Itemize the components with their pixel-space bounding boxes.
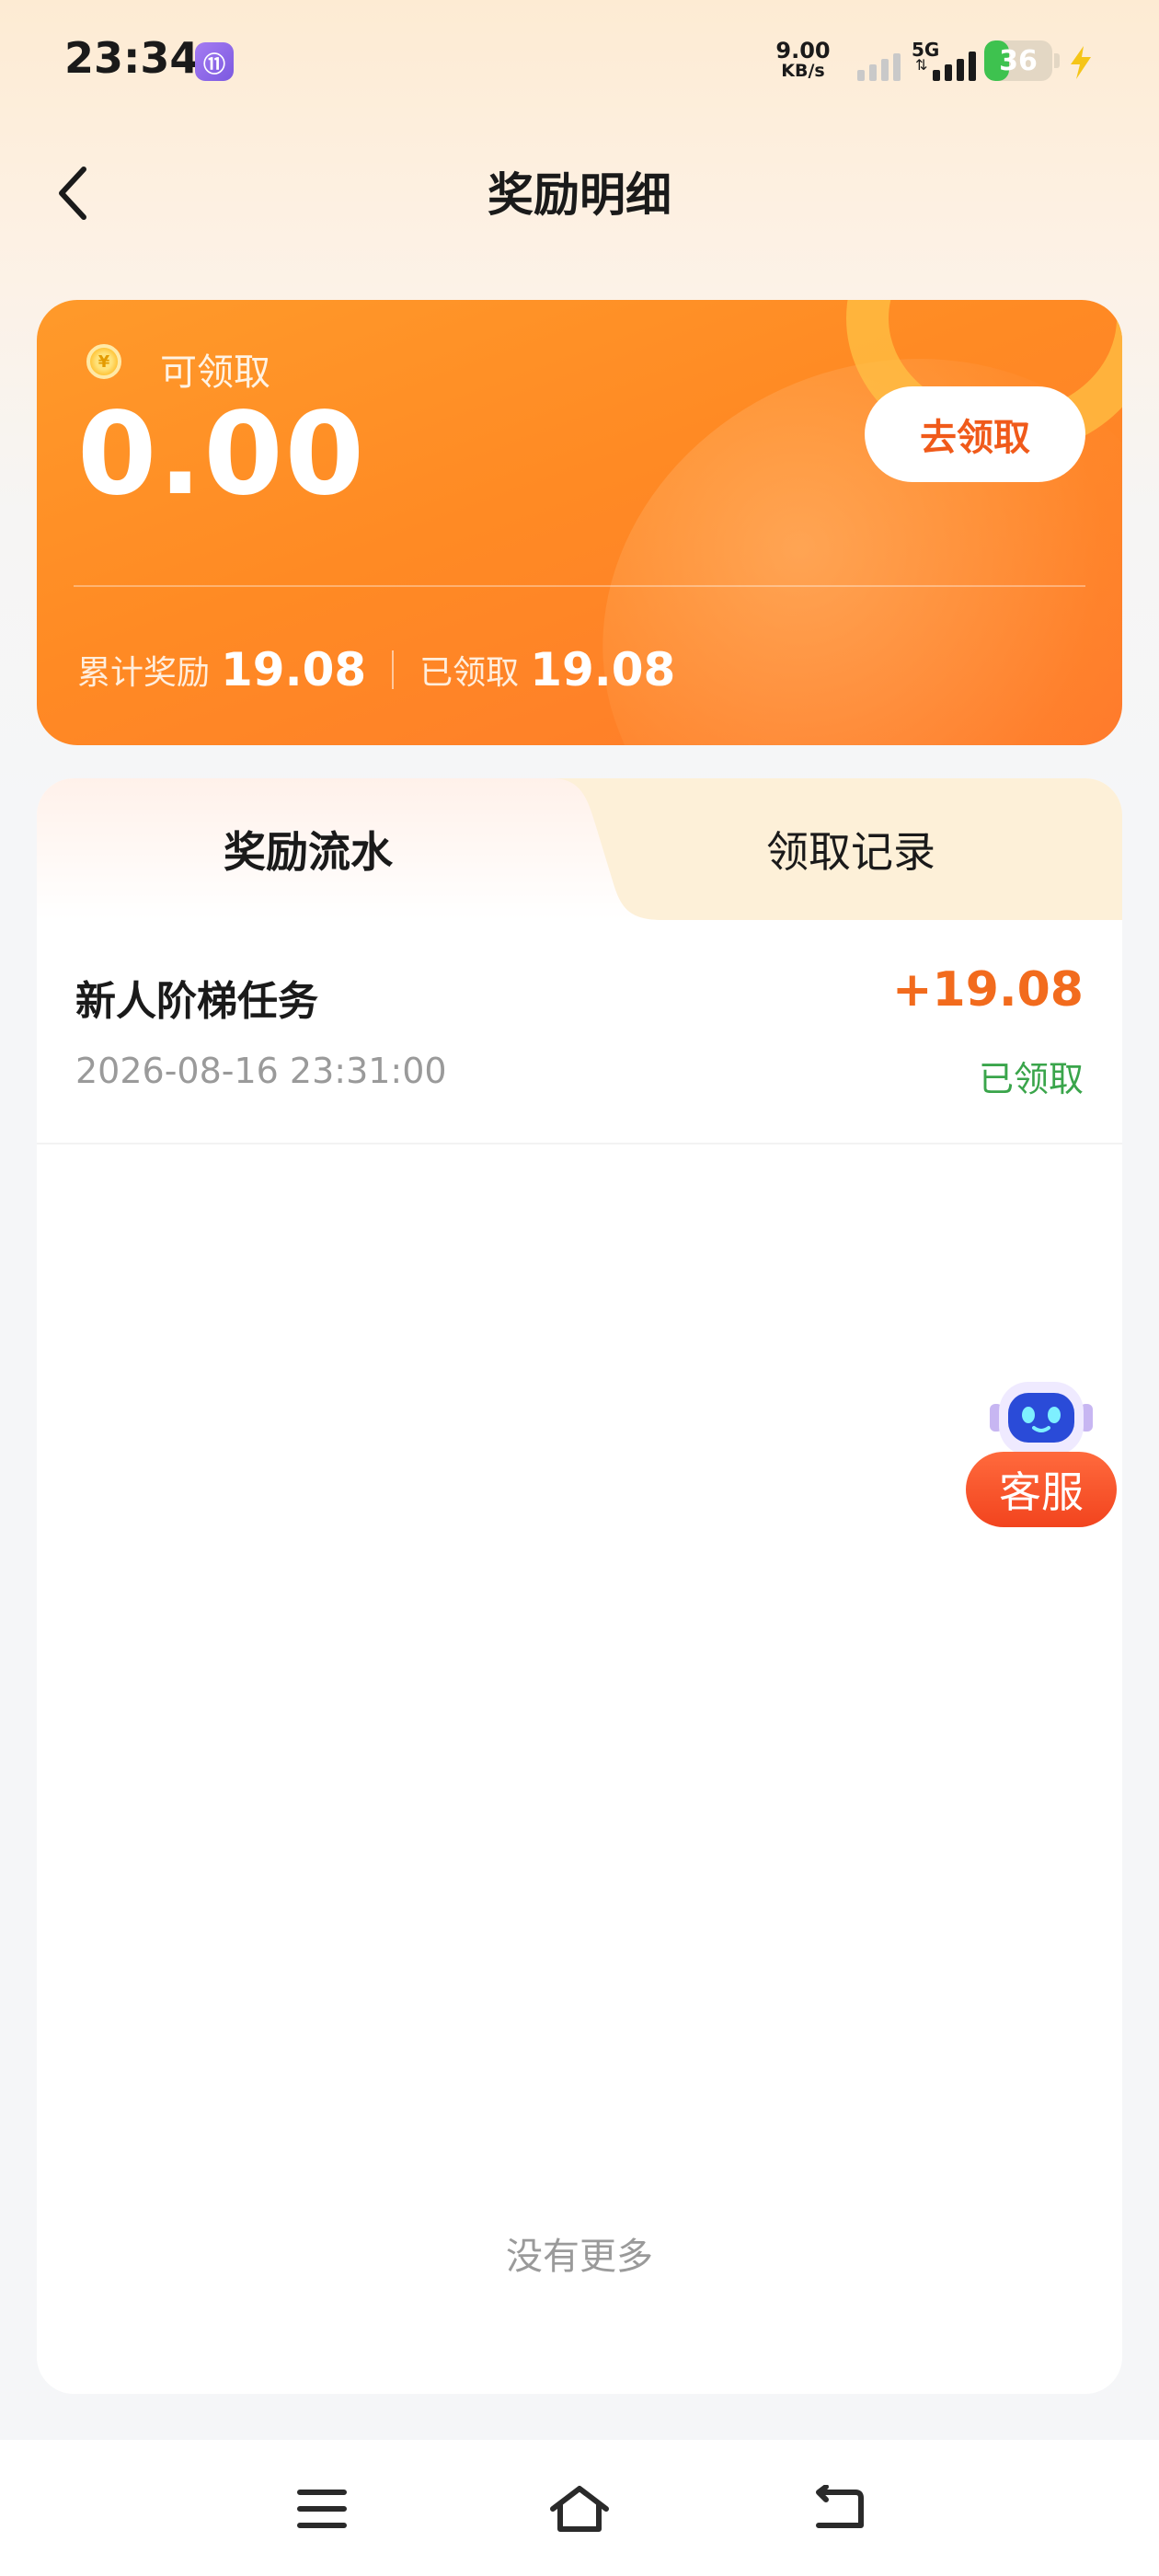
status-bar: 23:34 ⑪ 9.00 KB/s 5G ⇅ 36 [0,0,1159,129]
list-end-text: 没有更多 [506,2236,653,2278]
network-speed-value: 9.00 [775,38,831,63]
customer-service-button[interactable]: 客服 [966,1365,1117,1531]
record-title: 新人阶梯任务 [75,978,318,1025]
claim-button[interactable]: 去领取 [865,386,1085,482]
wifi-signal-icon [857,46,901,81]
data-arrows-icon: ⇅ [915,56,928,74]
charging-bolt-icon [1071,46,1091,79]
total-reward-label: 累计奖励 [77,654,211,692]
reward-summary: 累计奖励 19.08 已领取 19.08 [77,642,675,697]
reward-detail-page: 23:34 ⑪ 9.00 KB/s 5G ⇅ 36 奖励明细 ¥ 可领取 0.0… [0,0,1159,2576]
battery-icon: 36 [984,40,1052,81]
network-speed-unit: KB/s [781,61,825,81]
home-icon [550,2486,609,2532]
return-icon [816,2485,864,2528]
claimable-amount: 0.00 [77,388,366,521]
tab-reward-flow[interactable]: 奖励流水 [37,778,580,920]
claimed-label: 已领取 [419,654,520,692]
app-notification-icon: ⑪ [195,42,234,81]
home-button[interactable] [543,2477,616,2541]
menu-icon [297,2490,347,2528]
robot-icon [990,1382,1093,1465]
tab-claim-records[interactable]: 领取记录 [580,778,1122,920]
tab-bar: 奖励流水 领取记录 [37,778,1122,920]
record-amount: +19.08 [891,962,1084,1018]
records-card: 奖励流水 领取记录 新人阶梯任务 2026-08-16 23:31:00 +19… [37,778,1122,2394]
return-button[interactable] [802,2477,876,2541]
customer-service-label: 客服 [966,1452,1117,1527]
list-item[interactable]: 新人阶梯任务 2026-08-16 23:31:00 +19.08 已领取 [37,920,1122,1144]
menu-button[interactable] [285,2477,359,2541]
page-title: 奖励明细 [488,168,671,222]
summary-separator [392,650,395,689]
reward-summary-card: ¥ 可领取 0.00 去领取 累计奖励 19.08 已领取 19.08 [37,300,1122,745]
record-time: 2026-08-16 23:31:00 [75,1051,447,1091]
record-status: 已领取 [978,1059,1084,1099]
cellular-signal-icon [933,46,976,81]
status-time: 23:34 [64,33,200,83]
total-reward-value: 19.08 [221,643,367,696]
network-speed: 9.00 KB/s [775,40,832,81]
battery-level: 36 [999,44,1038,77]
card-divider [74,585,1085,587]
battery-tip [1054,53,1060,68]
system-nav-bar [0,2440,1159,2576]
coin-icon: ¥ [86,344,121,379]
claimed-value: 19.08 [530,643,676,696]
